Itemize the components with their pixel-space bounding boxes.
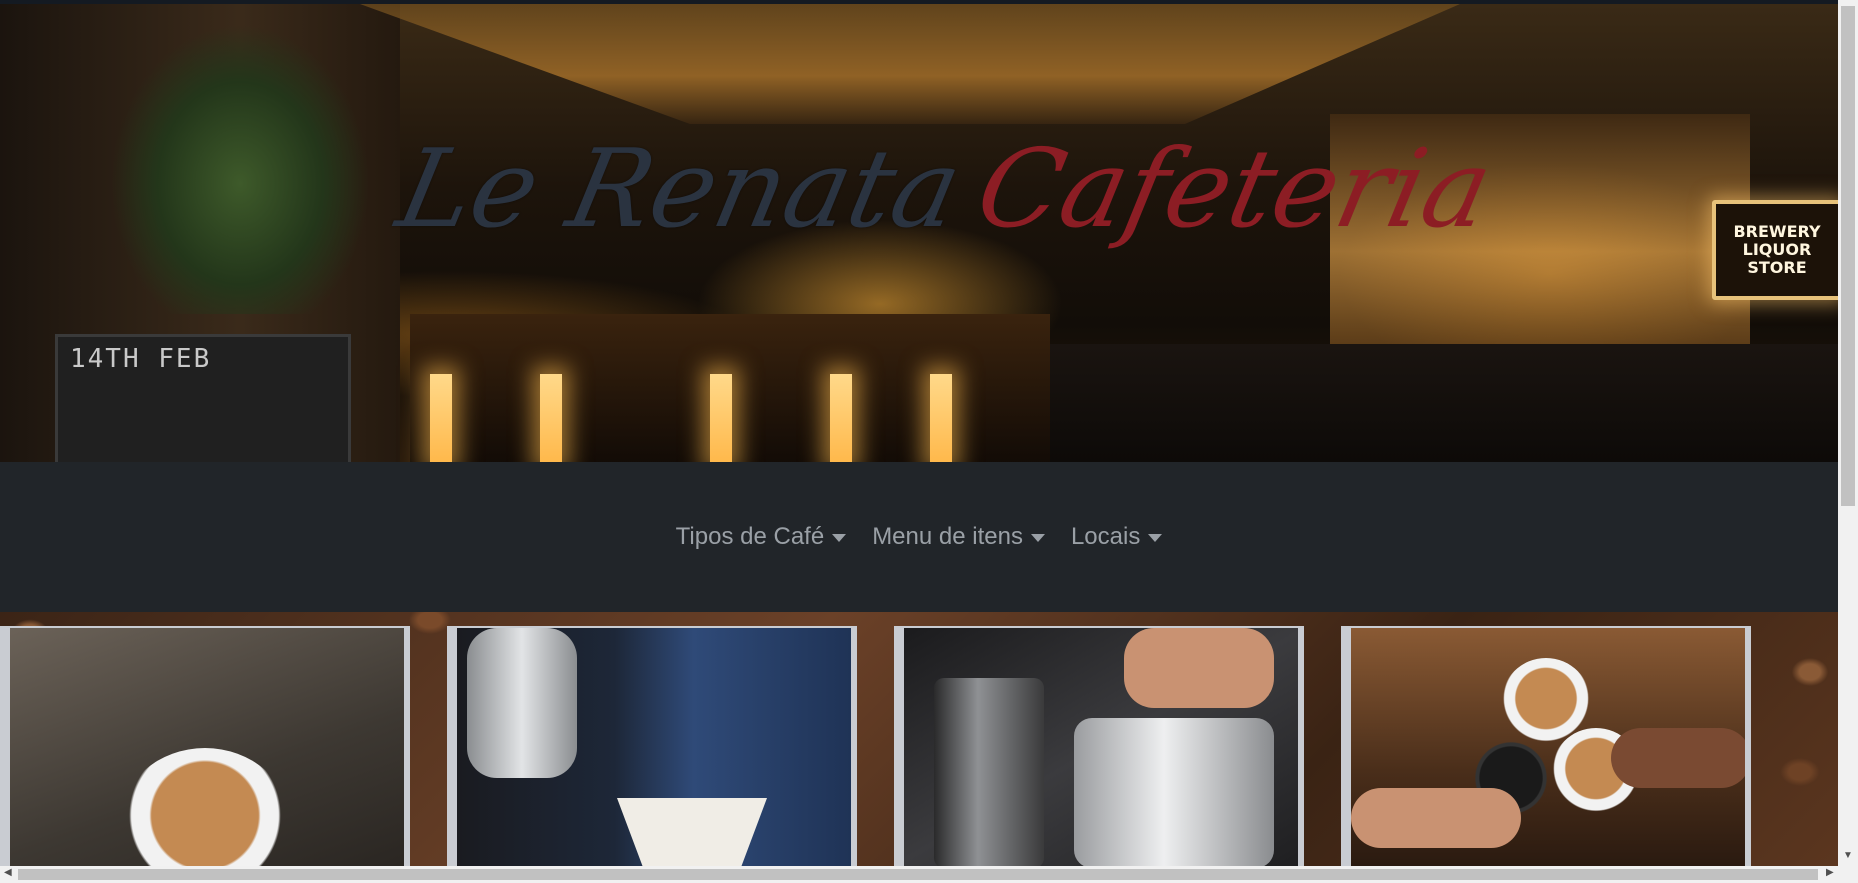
kettle-shape — [467, 628, 577, 778]
caret-down-icon — [832, 534, 847, 542]
nav-tipos-de-cafe-dropdown[interactable]: Tipos de Café — [676, 523, 847, 551]
horizontal-scrollbar-thumb[interactable] — [18, 869, 1818, 880]
hand-shape — [1611, 728, 1745, 788]
caret-down-icon — [1030, 534, 1045, 542]
hand-shape — [1124, 628, 1274, 708]
card-espresso[interactable] — [0, 626, 410, 866]
milk-pitcher-image[interactable] — [904, 628, 1298, 866]
nav-locais-dropdown[interactable]: Locais — [1070, 523, 1163, 551]
counter-light — [930, 374, 952, 462]
nav-item-label: Locais — [1070, 523, 1141, 550]
nav-menu-de-itens-dropdown[interactable]: Menu de itens — [872, 523, 1045, 551]
caret-down-icon — [1148, 534, 1163, 542]
blender-shape — [934, 678, 1044, 866]
nav-item-label: Menu de itens — [872, 523, 1023, 550]
horizontal-scrollbar[interactable]: ◀ ▶ — [0, 866, 1858, 883]
latte-art-image[interactable] — [1351, 628, 1745, 866]
vertical-scrollbar-thumb[interactable] — [1841, 6, 1855, 506]
brewery-sign: BREWERY LIQUOR STORE — [1712, 200, 1838, 300]
filter-shape — [617, 798, 767, 866]
scroll-right-arrow-icon[interactable]: ▶ — [1826, 867, 1834, 878]
nav-item-label: Tipos de Café — [675, 523, 825, 550]
hero-banner: 14TH FEB BREWERY LIQUOR STORE Le Renata … — [0, 4, 1838, 462]
card-latte-art[interactable] — [1341, 626, 1751, 866]
chalkboard-text: 14TH FEB — [70, 344, 212, 374]
main-navbar: Tipos de Café Menu de itens Locais — [0, 462, 1838, 612]
hero-bar-counter — [410, 314, 1050, 462]
hero-right-counter — [1050, 344, 1838, 462]
vertical-scrollbar[interactable]: ▼ — [1838, 0, 1858, 866]
card-milk-pitcher[interactable] — [894, 626, 1304, 866]
espresso-cup-image[interactable] — [10, 628, 404, 866]
hand-shape — [1351, 788, 1521, 848]
counter-light — [540, 374, 562, 462]
brewery-sign-text: BREWERY LIQUOR STORE — [1733, 222, 1821, 277]
brand-logo[interactable]: Le Renata Cafeteria — [388, 99, 1502, 279]
brand-logo-part2: Cafeteria — [966, 126, 1503, 252]
scroll-left-arrow-icon[interactable]: ◀ — [4, 867, 12, 878]
hero-plant — [110, 24, 370, 314]
scroll-down-arrow-icon[interactable]: ▼ — [1843, 850, 1853, 861]
pitcher-shape — [1074, 718, 1274, 866]
counter-light — [710, 374, 732, 462]
counter-light — [430, 374, 452, 462]
coffee-beans-section — [0, 612, 1838, 866]
brand-logo-part1: Le Renata — [387, 126, 972, 252]
coffee-cup-shape — [120, 748, 290, 866]
counter-light — [830, 374, 852, 462]
card-pour-over[interactable] — [447, 626, 857, 866]
pour-over-image[interactable] — [457, 628, 851, 866]
